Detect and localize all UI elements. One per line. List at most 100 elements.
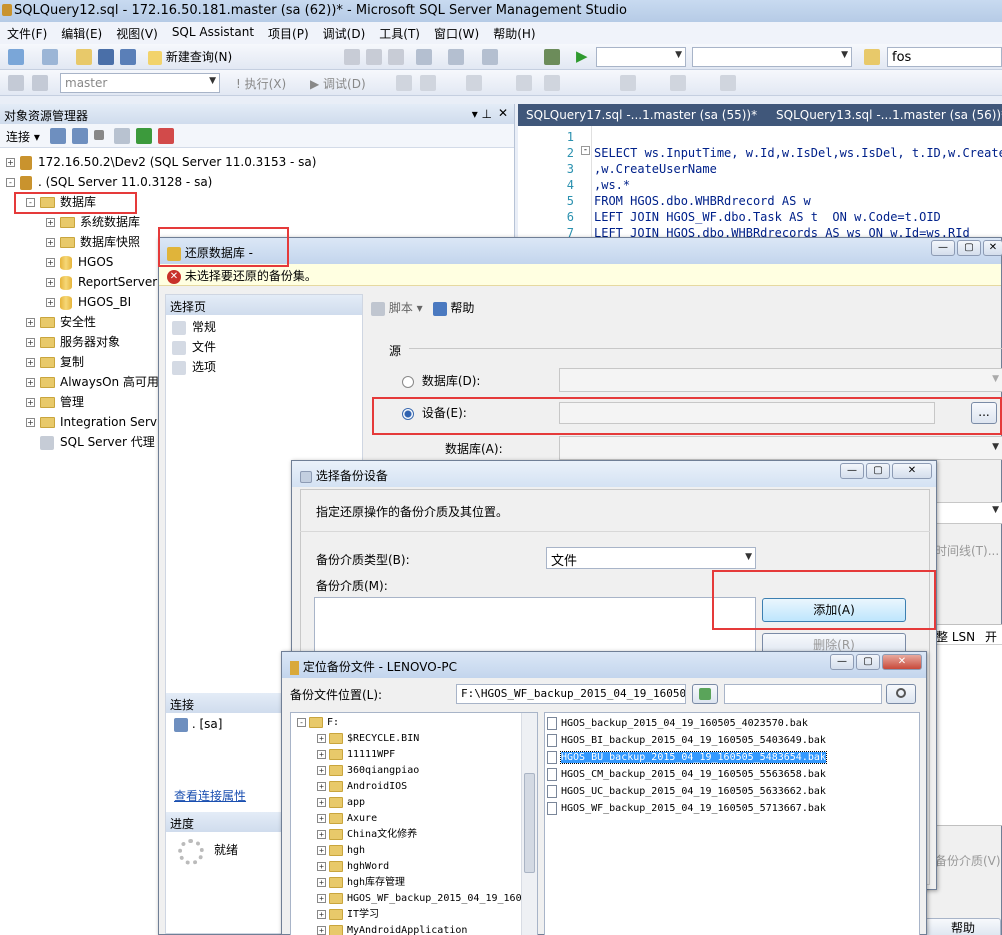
add-item-icon[interactable] (42, 49, 58, 65)
expand-icon[interactable]: + (317, 845, 326, 855)
minimize-button[interactable]: — (830, 654, 854, 670)
connect-dropdown[interactable]: 连接 ▾ (6, 130, 40, 144)
expand-icon[interactable]: + (26, 418, 35, 427)
minimize-button[interactable]: — (931, 240, 955, 256)
search-button[interactable] (886, 684, 916, 704)
folder-item[interactable]: + IT学习 (297, 907, 537, 923)
tree-node[interactable]: + 系统数据库 (6, 212, 514, 232)
tree-node[interactable]: - 数据库 (6, 192, 514, 212)
activity-monitor-icon[interactable] (158, 128, 174, 144)
maximize-button[interactable]: ▢ (957, 240, 981, 256)
expand-icon[interactable]: + (46, 298, 55, 307)
menu-item[interactable]: SQL Assistant (165, 25, 261, 44)
close-button[interactable]: ✕ (983, 240, 1002, 256)
find-icon[interactable] (864, 49, 880, 65)
expand-icon[interactable]: + (26, 338, 35, 347)
folder-item[interactable]: + hgh (297, 843, 537, 859)
device-path-input[interactable] (559, 402, 935, 424)
redo-icon[interactable] (448, 49, 464, 65)
panel-close-icon[interactable]: ✕ (498, 106, 508, 120)
verify-media-button[interactable]: 备份介质(V) (935, 852, 1001, 869)
source-device-radio[interactable]: 设备(E): (402, 404, 467, 421)
page-item[interactable]: 选项 (172, 357, 356, 377)
collapse-icon[interactable]: - (581, 146, 590, 155)
add-button[interactable]: 添加(A) (762, 598, 906, 622)
help-button[interactable]: 帮助 (432, 301, 474, 316)
view-connection-properties-link[interactable]: 查看连接属性 (174, 787, 246, 804)
menu-item[interactable]: 文件(F) (0, 25, 54, 44)
media-type-select[interactable]: 文件 ▼ (546, 547, 756, 569)
expand-icon[interactable]: + (26, 358, 35, 367)
folder-item[interactable]: + China文化修养 (297, 827, 537, 843)
page-item[interactable]: 常规 (172, 317, 356, 337)
save-icon[interactable] (98, 49, 114, 65)
scrollbar-thumb[interactable] (524, 773, 535, 873)
tree-node[interactable]: - . (SQL Server 11.0.3128 - sa) (6, 172, 514, 192)
comment-icon[interactable] (544, 75, 560, 91)
file-item[interactable]: HGOS_CM_backup_2015_04_19_160505_5563658… (545, 766, 919, 783)
expand-icon[interactable]: + (317, 781, 326, 791)
refresh-icon[interactable] (136, 128, 152, 144)
tree-node[interactable]: +172.16.50.2\Dev2 (SQL Server 11.0.3153 … (6, 152, 514, 172)
sql-editor[interactable]: 1234567 - SELECT ws.InputTime, w.Id,w.Is… (518, 126, 1002, 238)
expand-icon[interactable]: + (6, 158, 15, 167)
folder-item[interactable]: + AndroidIOS (297, 779, 537, 795)
expand-icon[interactable]: + (317, 909, 326, 919)
tab-sqlquery17[interactable]: SQLQuery17.sql -...1.master (sa (55))* (526, 108, 757, 122)
folder-item[interactable]: + app (297, 795, 537, 811)
execute-button[interactable]: ! 执行(X) (236, 75, 286, 92)
platform-select[interactable]: ▼ (692, 47, 852, 67)
specify-values-icon[interactable] (720, 75, 736, 91)
script-button[interactable]: 脚本 ▾ (371, 301, 423, 316)
collapse-icon[interactable]: - (6, 178, 15, 187)
undo-icon[interactable] (416, 49, 432, 65)
menu-item[interactable]: 调试(D) (316, 25, 373, 44)
browse-device-button[interactable]: ... (971, 402, 997, 424)
new-project-icon[interactable] (8, 49, 24, 65)
folder-item[interactable]: + HGOS_WF_backup_2015_04_19_16050 (297, 891, 537, 907)
folder-item[interactable]: + MyAndroidApplication (297, 923, 537, 935)
open-file-icon[interactable] (76, 49, 92, 65)
menu-item[interactable]: 工具(T) (372, 25, 427, 44)
folder-tree[interactable]: - F: + $RECYCLE.BIN +11111WPF +360qiangpiao + A… (290, 712, 538, 935)
menu-item[interactable]: 帮助(H) (486, 25, 542, 44)
menu-item[interactable]: 项目(P) (261, 25, 316, 44)
expand-icon[interactable]: + (26, 398, 35, 407)
find-input[interactable]: fos (887, 47, 1002, 67)
panel-pin-icon[interactable]: ▾ ⊥ (472, 107, 492, 121)
file-item[interactable]: HGOS_BU_backup_2015_04_19_160505_5483654… (545, 749, 919, 766)
paste-icon[interactable] (388, 49, 404, 65)
menu-item[interactable]: 视图(V) (109, 25, 165, 44)
file-item[interactable]: HGOS_WF_backup_2015_04_19_160505_5713667… (545, 800, 919, 817)
folder-item[interactable]: +11111WPF (297, 747, 537, 763)
parse-icon[interactable] (396, 75, 412, 91)
file-list[interactable]: HGOS_backup_2015_04_19_160505_4023570.ba… (544, 712, 920, 935)
debug-button[interactable]: ▶ 调试(D) (310, 75, 366, 92)
expand-icon[interactable]: + (317, 749, 326, 759)
timeline-button[interactable]: 时间线(T)... (935, 542, 999, 559)
cut-icon[interactable] (344, 49, 360, 65)
expand-icon[interactable]: + (317, 797, 326, 807)
indent-icon[interactable] (620, 75, 636, 91)
report-icon[interactable] (544, 49, 560, 65)
refresh-path-button[interactable] (692, 684, 718, 704)
folder-item[interactable]: + hgh库存管理 (297, 875, 537, 891)
start-icon[interactable]: ▶ (576, 47, 588, 65)
file-item[interactable]: HGOS_UC_backup_2015_04_19_160505_5633662… (545, 783, 919, 800)
maximize-button[interactable]: ▢ (866, 463, 890, 479)
expand-icon[interactable]: + (46, 238, 55, 247)
tab-sqlquery13[interactable]: SQLQuery13.sql -...1.master (sa (56))* (776, 108, 1002, 122)
expand-icon[interactable]: + (317, 877, 326, 887)
expand-icon[interactable]: + (317, 893, 326, 903)
folder-item[interactable]: + $RECYCLE.BIN (297, 731, 537, 747)
filter-icon[interactable] (114, 128, 130, 144)
expand-icon[interactable]: + (317, 733, 326, 743)
file-item[interactable]: HGOS_backup_2015_04_19_160505_4023570.ba… (545, 715, 919, 732)
close-button[interactable]: ✕ (892, 463, 932, 479)
expand-icon[interactable]: + (26, 318, 35, 327)
expand-icon[interactable]: + (46, 258, 55, 267)
restore-help-button[interactable]: 帮助 (925, 918, 1001, 935)
change-connection-icon[interactable] (32, 75, 48, 91)
folder-item[interactable]: +360qiangpiao (297, 763, 537, 779)
expand-icon[interactable]: + (46, 278, 55, 287)
